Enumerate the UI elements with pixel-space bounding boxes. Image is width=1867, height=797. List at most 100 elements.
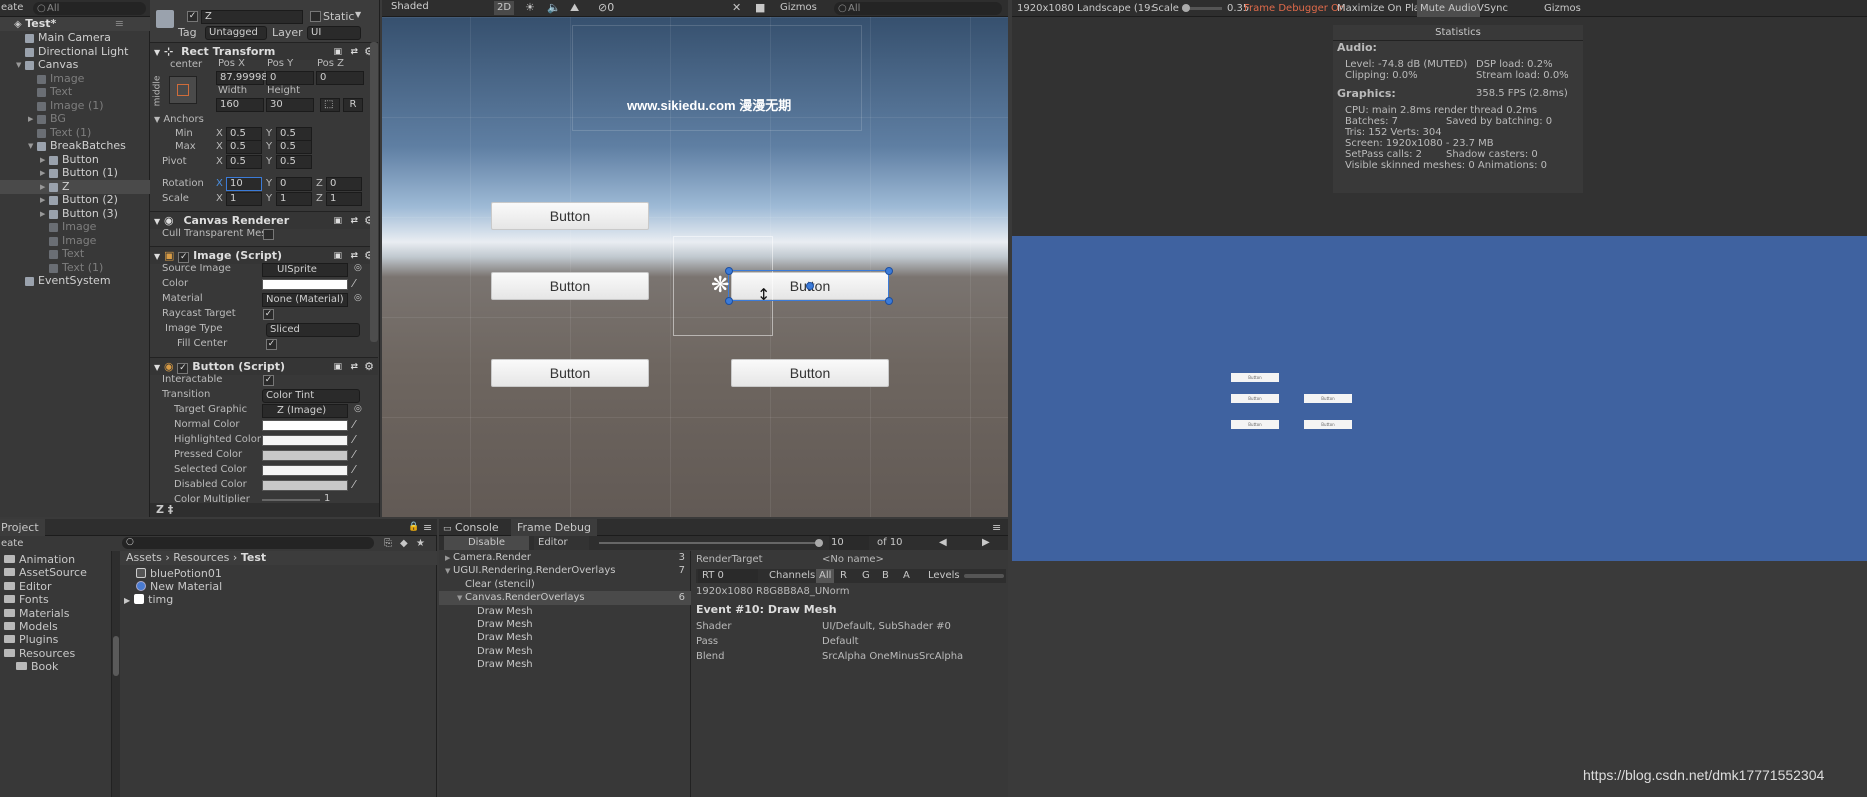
target-graphic-field[interactable]: Z (Image) [262,404,348,418]
hierarchy-item[interactable]: Directional Light [0,45,150,59]
hierarchy-item[interactable]: ▶ Button (2) [0,193,150,207]
hidden-objects-icon[interactable]: ⊘0 [598,1,614,14]
color-swatch[interactable] [262,279,348,290]
folder-item[interactable]: Resources [4,647,75,661]
folder-item[interactable]: Animation [4,553,75,567]
fill-center-checkbox[interactable]: ✓ [266,339,277,350]
cull-transparent-checkbox[interactable] [263,229,274,240]
hierarchy-item[interactable]: ▶ Button [0,153,150,167]
rect-handle-br[interactable] [885,297,893,305]
anchors-foldout[interactable]: ▼ Anchors [154,113,204,127]
raw-edit-button[interactable]: R [343,98,363,112]
disable-button[interactable]: Disable [444,536,529,550]
rot-z-field[interactable]: 0 [326,177,362,191]
component-preset-icon[interactable]: ⇄ [350,212,358,230]
expand-arrow-icon[interactable]: ▶ [40,193,45,207]
highlighted-color-swatch[interactable] [262,435,348,446]
hierarchy-item[interactable]: Image (1) [0,99,150,113]
scale-z-field[interactable]: 1 [326,192,362,206]
frame-event-item[interactable]: Draw Mesh [439,658,691,672]
audio-toggle-icon[interactable]: 🔈 [547,1,561,14]
inspector-scrollbar[interactable] [370,42,378,342]
hierarchy-search-input[interactable]: ○ All [33,2,146,15]
hierarchy-item[interactable]: Image [0,220,150,234]
hierarchy-item[interactable]: ▶ BG [0,112,150,126]
expand-arrow-icon[interactable]: ▶ [40,207,45,221]
object-picker-icon[interactable]: ◎ [354,263,362,273]
scene-search-input[interactable]: ○ All [834,2,1002,15]
rot-x-field[interactable]: 10 [226,177,262,191]
disabled-color-swatch[interactable] [262,480,348,491]
hierarchy-item[interactable]: Image [0,234,150,248]
frame-event-item[interactable]: ▼ UGUI.Rendering.RenderOverlays 7 [439,564,691,578]
hierarchy-scene-row[interactable]: ◈ Test* ≡ [0,17,150,31]
frame-event-item[interactable]: ▶ Camera.Render 3 [439,551,691,565]
folder-item[interactable]: Editor [4,580,52,594]
project-create-button[interactable]: eate [1,536,23,551]
panel-menu-icon[interactable]: ≡ [423,519,432,536]
object-picker-icon[interactable]: ◎ [354,293,362,303]
eyedropper-icon[interactable]: ⁄ [353,448,355,461]
component-preset-icon[interactable]: ⇄ [350,43,358,61]
transition-dropdown[interactable]: Color Tint [262,389,360,403]
width-field[interactable]: 160 [216,98,264,112]
expand-arrow-icon[interactable]: ▶ [28,112,33,126]
anchor-flower-icon[interactable]: ❋ [711,273,729,298]
image-type-dropdown[interactable]: Sliced [266,323,360,337]
scene-viewport[interactable]: www.sikiedu.com 漫漫无期 Button Button Butto… [382,17,1008,517]
panel-menu-icon[interactable]: ≡ [992,519,1001,536]
folder-item[interactable]: Materials [4,607,69,621]
folder-item[interactable]: AssetSource [4,566,87,580]
mute-audio-toggle[interactable]: Mute Audio [1417,0,1480,17]
event-slider-thumb[interactable] [815,539,823,547]
scene-button-2[interactable]: Button [491,272,649,300]
color-multiplier-slider[interactable] [262,499,320,501]
active-checkbox[interactable]: ✓ [187,11,198,22]
normal-color-swatch[interactable] [262,420,348,431]
eyedropper-icon[interactable]: ⁄ [353,433,355,446]
object-picker-icon[interactable]: ◎ [354,404,362,414]
expand-arrow-icon[interactable]: ▼ [16,58,21,72]
resolution-dropdown[interactable]: 1920x1080 Landscape (19: [1017,0,1154,17]
frame-event-item[interactable]: Draw Mesh [439,645,691,659]
breadcrumb-test[interactable]: Test [241,551,266,564]
project-tab[interactable]: Project [0,519,45,536]
folder-item[interactable]: Plugins [4,633,58,647]
event-step-field[interactable]: 10 [829,536,869,550]
expand-arrow-icon[interactable]: ▼ [445,564,450,578]
expand-arrow-icon[interactable]: ▶ [40,180,45,194]
breadcrumb-resources[interactable]: Resources [173,551,229,564]
hierarchy-item[interactable]: Text [0,247,150,261]
channel-g[interactable]: G [862,569,870,583]
selected-color-swatch[interactable] [262,465,348,476]
frame-event-item[interactable]: ▼ Canvas.RenderOverlays 6 [439,591,691,606]
eyedropper-icon[interactable]: ⁄ [353,478,355,491]
breadcrumb-assets[interactable]: Assets [126,551,162,564]
rt-dropdown[interactable]: RT 0 [698,569,758,583]
scene-button-3[interactable]: Button [491,359,649,387]
expand-arrow-icon[interactable]: ▶ [40,166,45,180]
hierarchy-item[interactable]: Main Camera [0,31,150,45]
tools-icon[interactable]: ✕ [732,1,741,14]
eyedropper-icon[interactable]: ⁄ [353,418,355,431]
hierarchy-item[interactable]: ▼ BreakBatches [0,139,150,153]
hierarchy-item[interactable]: ▶ Button (3) [0,207,150,221]
blueprint-mode-button[interactable]: ⬚ [320,98,340,112]
posx-field[interactable]: 87.99998 [216,71,268,85]
object-name-field[interactable]: Z [201,10,303,24]
effects-toggle-icon[interactable]: ⛰ [570,1,579,15]
project-scrollbar-thumb[interactable] [113,636,119,676]
posy-field[interactable]: 0 [266,71,314,85]
max-x-field[interactable]: 0.5 [226,140,262,154]
rot-y-field[interactable]: 0 [276,177,312,191]
frame-event-item[interactable]: Clear (stencil) [439,578,691,592]
posz-field[interactable]: 0 [316,71,364,85]
layer-dropdown[interactable]: UI [307,26,361,40]
component-help-icon[interactable]: ▣ [333,358,342,376]
pivot-x-field[interactable]: 0.5 [226,155,262,169]
maximize-on-play-toggle[interactable]: Maximize On Play [1337,0,1426,17]
editor-dropdown[interactable]: Editor [534,536,589,550]
hierarchy-item[interactable]: ▶ Z [0,179,150,194]
scale-x-field[interactable]: 1 [226,192,262,206]
project-search-input[interactable]: ○ [122,537,374,549]
